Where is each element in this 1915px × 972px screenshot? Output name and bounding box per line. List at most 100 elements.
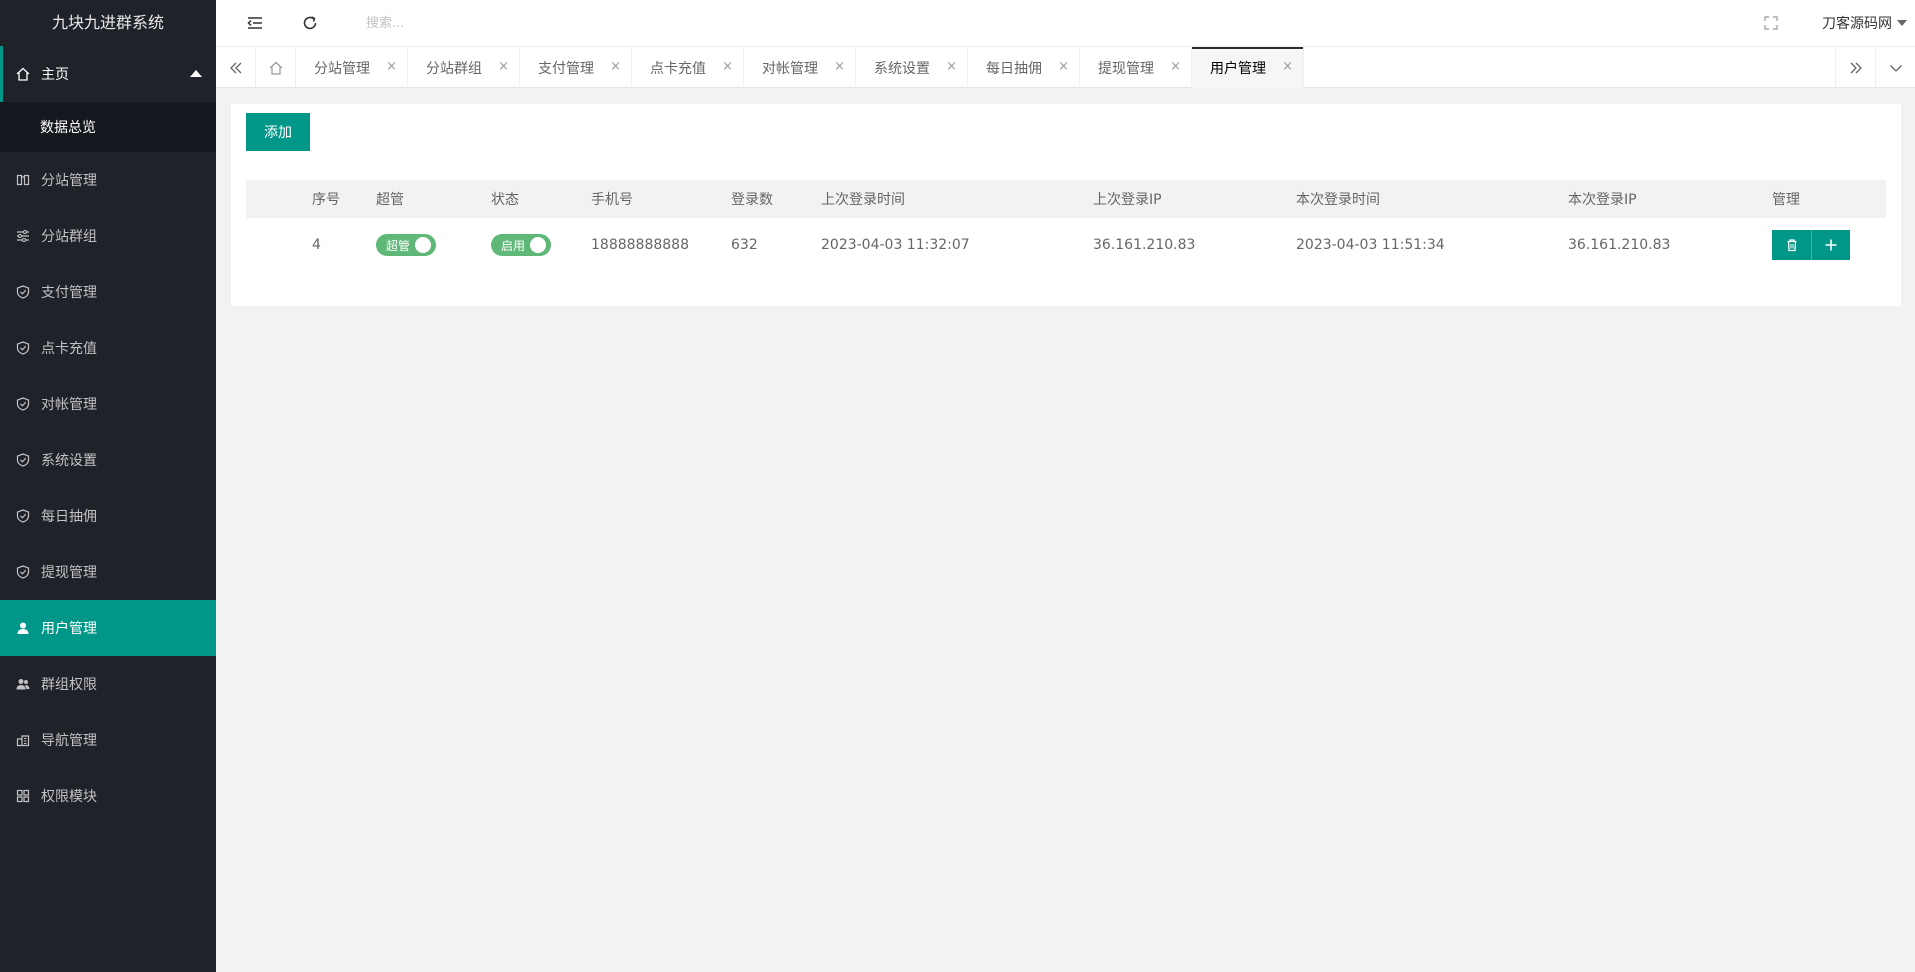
- home-icon: [16, 67, 30, 81]
- sidebar-item-card-recharge[interactable]: 点卡充值: [0, 320, 216, 376]
- sidebar-item-branch[interactable]: 分站管理: [0, 152, 216, 208]
- refresh-icon[interactable]: [301, 14, 319, 32]
- tab-close-icon[interactable]: ×: [722, 59, 733, 74]
- tab-close-icon[interactable]: ×: [1282, 59, 1293, 74]
- sidebar-subitem-overview[interactable]: 数据总览: [0, 102, 216, 152]
- tab-list: 分站管理 × 分站群组 × 支付管理 × 点卡充值 × 对帐管理 × 系统设置 × 每日抽佣…: [296, 47, 1304, 88]
- tab-label: 用户管理: [1210, 60, 1266, 77]
- sidebar-item-label: 系统设置: [41, 453, 97, 469]
- sidebar-item-navigation[interactable]: 导航管理: [0, 712, 216, 768]
- tab-branch[interactable]: 分站管理 ×: [296, 47, 408, 88]
- tab-close-icon[interactable]: ×: [946, 59, 957, 74]
- sidebar-item-withdraw[interactable]: 提现管理: [0, 544, 216, 600]
- sliders-icon: [16, 229, 30, 243]
- tab-close-icon[interactable]: ×: [498, 59, 509, 74]
- menu-collapse-icon[interactable]: [246, 14, 264, 32]
- sidebar-item-group-permissions[interactable]: 群组权限: [0, 656, 216, 712]
- tab-daily-commission[interactable]: 每日抽佣 ×: [968, 47, 1080, 88]
- sidebar-item-label: 主页: [41, 67, 69, 83]
- users-icon: [16, 677, 30, 691]
- sidebar-item-payment[interactable]: 支付管理: [0, 264, 216, 320]
- col-status: 状态: [491, 192, 519, 208]
- tabs-scroll-left-icon[interactable]: [216, 47, 256, 88]
- user-table: 序号 超管 状态 手机号 登录数 上次登录时间 上次登录IP 本次登录时间 本次…: [246, 180, 1886, 272]
- col-this-login-time: 本次登录时间: [1296, 192, 1380, 208]
- shield-check-icon: [16, 397, 30, 411]
- tabs-menu-chevron-down-icon[interactable]: [1875, 47, 1915, 88]
- cell-manage: [1772, 218, 1850, 272]
- shield-check-icon: [16, 565, 30, 579]
- cell-login-count: 632: [731, 237, 758, 253]
- toggle-label: 启用: [501, 238, 526, 253]
- col-last-login-time: 上次登录时间: [821, 192, 905, 208]
- sidebar-item-label: 每日抽佣: [41, 509, 97, 525]
- tabs-bar: 分站管理 × 分站群组 × 支付管理 × 点卡充值 × 对帐管理 × 系统设置 × 每日抽佣…: [216, 47, 1915, 88]
- tab-label: 点卡充值: [650, 60, 706, 77]
- top-header: 刀客源码网: [216, 0, 1915, 47]
- sidebar-item-reconcile[interactable]: 对帐管理: [0, 376, 216, 432]
- tab-close-icon[interactable]: ×: [610, 59, 621, 74]
- col-manage: 管理: [1772, 192, 1800, 208]
- tab-home-icon[interactable]: [256, 47, 296, 88]
- user-icon: [16, 621, 30, 635]
- sidebar-item-branch-group[interactable]: 分站群组: [0, 208, 216, 264]
- nav-icon: [16, 733, 30, 747]
- cell-last-login-time: 2023-04-03 11:32:07: [821, 237, 970, 253]
- cell-this-login-ip: 36.161.210.83: [1568, 237, 1671, 253]
- sidebar-item-permission-modules[interactable]: 权限模块: [0, 768, 216, 824]
- cell-phone: 18888888888: [591, 237, 689, 253]
- sidebar-item-label: 用户管理: [41, 621, 97, 637]
- row-actions: [1772, 230, 1850, 260]
- tab-card-recharge[interactable]: 点卡充值 ×: [632, 47, 744, 88]
- sidebar-item-label: 分站管理: [41, 173, 97, 189]
- grid-icon: [16, 789, 30, 803]
- cell-super-admin: 超管: [376, 218, 437, 272]
- tab-settings[interactable]: 系统设置 ×: [856, 47, 968, 88]
- shield-check-icon: [16, 509, 30, 523]
- tab-label: 支付管理: [538, 60, 594, 77]
- tab-label: 分站管理: [314, 60, 370, 77]
- sidebar-item-label: 分站群组: [41, 229, 97, 245]
- sidebar-item-users[interactable]: 用户管理: [0, 600, 216, 656]
- tabs-scroll-right-icon[interactable]: [1835, 47, 1875, 88]
- tab-close-icon[interactable]: ×: [1170, 59, 1181, 74]
- status-toggle[interactable]: 启用: [491, 234, 552, 256]
- add-row-button[interactable]: [1811, 230, 1850, 260]
- toggle-knob: [415, 237, 432, 253]
- tab-users[interactable]: 用户管理 ×: [1192, 47, 1304, 88]
- col-id: 序号: [312, 192, 340, 208]
- cell-status: 启用: [491, 218, 552, 272]
- sidebar-item-daily-commission[interactable]: 每日抽佣: [0, 488, 216, 544]
- table-row: 4 超管 启用 18888888888 632 2023-04-03 11:32…: [246, 218, 1886, 272]
- col-login-count: 登录数: [731, 192, 773, 208]
- col-phone: 手机号: [591, 192, 633, 208]
- tab-close-icon[interactable]: ×: [834, 59, 845, 74]
- col-last-login-ip: 上次登录IP: [1093, 192, 1162, 208]
- tab-payment[interactable]: 支付管理 ×: [520, 47, 632, 88]
- search-input[interactable]: [366, 12, 666, 34]
- fullscreen-icon[interactable]: [1763, 15, 1779, 31]
- super-admin-toggle[interactable]: 超管: [376, 234, 437, 256]
- sidebar-item-settings[interactable]: 系统设置: [0, 432, 216, 488]
- sidebar-item-label: 群组权限: [41, 677, 97, 693]
- tab-branch-group[interactable]: 分站群组 ×: [408, 47, 520, 88]
- sidebar-item-label: 导航管理: [41, 733, 97, 749]
- columns-icon: [16, 173, 30, 187]
- caret-up-icon[interactable]: [190, 70, 202, 77]
- cell-id: 4: [312, 237, 321, 253]
- sidebar: 九块九进群系统 主页 数据总览 分站管理 分站群组 支付管理 点卡充值 对帐管理…: [0, 0, 216, 972]
- add-button[interactable]: 添加: [246, 113, 310, 151]
- shield-check-icon: [16, 341, 30, 355]
- tab-withdraw[interactable]: 提现管理 ×: [1080, 47, 1192, 88]
- user-menu[interactable]: 刀客源码网: [1822, 13, 1907, 33]
- tab-close-icon[interactable]: ×: [1058, 59, 1069, 74]
- tab-close-icon[interactable]: ×: [386, 59, 397, 74]
- tab-reconcile[interactable]: 对帐管理 ×: [744, 47, 856, 88]
- user-name: 刀客源码网: [1822, 16, 1892, 32]
- shield-check-icon: [16, 285, 30, 299]
- sidebar-item-home[interactable]: 主页: [0, 46, 216, 102]
- toggle-label: 超管: [386, 238, 411, 253]
- delete-button[interactable]: [1772, 230, 1811, 260]
- col-this-login-ip: 本次登录IP: [1568, 192, 1637, 208]
- caret-down-icon: [1897, 20, 1907, 26]
